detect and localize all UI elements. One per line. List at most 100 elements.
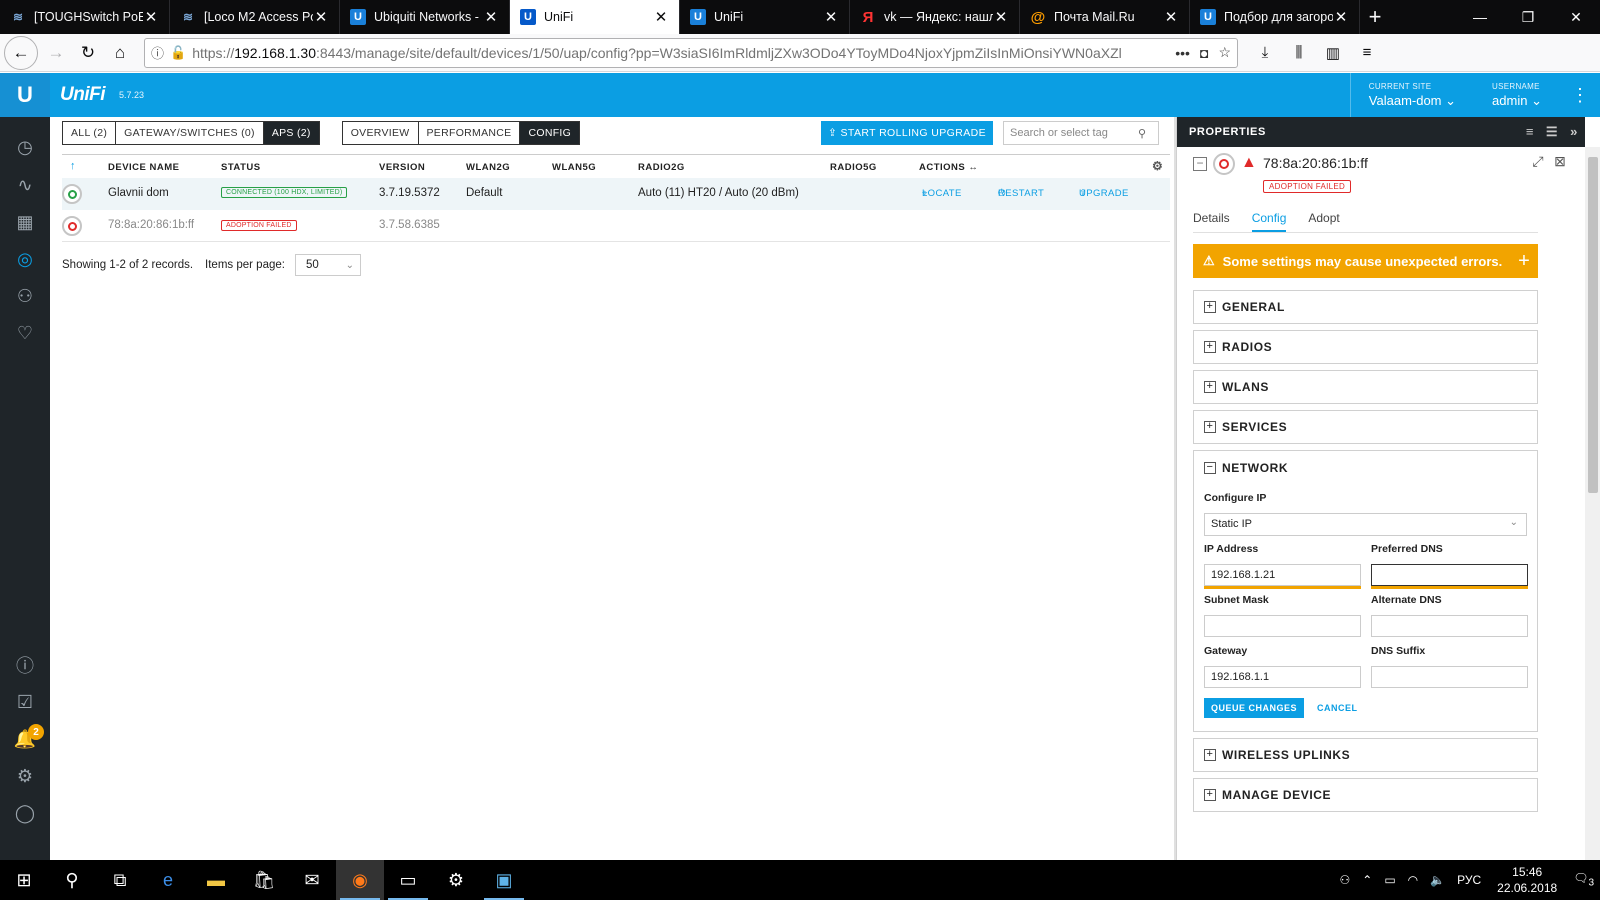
statistics-icon[interactable]: ∿ [0,167,50,203]
scrollbar-thumb[interactable] [1588,157,1598,493]
downloads-icon[interactable]: ⤓ [1248,37,1282,69]
library-icon[interactable]: ⫼ [1282,37,1316,69]
ubiquiti-logo-icon[interactable]: U [0,73,50,117]
device-name[interactable]: 78:8a:20:86:1b:ff [108,219,194,231]
properties-scrollbar[interactable] [1585,147,1600,860]
close-icon[interactable]: ✕ [143,8,159,26]
chat-icon[interactable]: ◯ [0,795,50,831]
per-page-select[interactable]: 50 ⌄ [294,254,361,276]
browser-tab[interactable]: U Подбор для загород ✕ [1190,0,1360,34]
language-indicator[interactable]: РУС [1457,873,1481,887]
pocket-icon[interactable]: ◘ [1200,45,1208,61]
forward-button[interactable]: → [40,37,72,69]
info-icon[interactable]: ⓘ [151,43,164,62]
clock[interactable]: 15:46 22.06.2018 [1497,864,1557,896]
browser-tab[interactable]: Я vk — Яндекс: нашло ✕ [850,0,1020,34]
close-icon[interactable]: ✕ [823,8,839,26]
people-icon[interactable]: ⚇ [1340,873,1351,887]
minimize-icon[interactable]: — [1456,0,1504,34]
battery-icon[interactable]: ▭ [1384,873,1395,887]
dashboard-icon[interactable]: ◷ [0,129,50,165]
site-selector[interactable]: CURRENT SITE Valaam-dom ⌄ [1349,73,1474,117]
dns-suffix-input[interactable] [1371,666,1528,688]
filter-gateways[interactable]: GATEWAY/SWITCHES (0) [116,122,264,144]
browser-tab[interactable]: @ Почта Mail.Ru ✕ [1020,0,1190,34]
section-services[interactable]: + SERVICES [1193,410,1538,444]
url-text[interactable]: https://192.168.1.30:8443/manage/site/de… [192,45,1165,61]
devices-icon[interactable]: ◎ [0,241,50,277]
col-device-name[interactable]: DEVICE NAME [108,162,179,173]
close-icon[interactable]: ✕ [993,8,1009,26]
new-tab-button[interactable]: + [1360,0,1390,34]
col-version[interactable]: VERSION [379,162,425,173]
insights-icon[interactable]: ♡ [0,315,50,351]
home-button[interactable]: ⌂ [104,37,136,69]
tab-details[interactable]: Details [1193,209,1230,232]
tasks-icon[interactable]: ☑ [0,684,50,720]
tab-adopt[interactable]: Adopt [1308,209,1339,232]
expand-icon[interactable]: ⤢ [1527,153,1549,170]
alternate-dns-input[interactable] [1371,615,1528,637]
close-icon[interactable]: ✕ [1163,8,1179,26]
restore-icon[interactable]: ❐ [1504,0,1552,34]
user-selector[interactable]: USERNAME admin ⌄ [1474,73,1560,117]
browser-tab[interactable]: U UniFi ✕ [680,0,850,34]
rolling-upgrade-button[interactable]: ⇪ START ROLLING UPGRADE [821,121,993,145]
table-row[interactable]: 78:8a:20:86:1b:ff ADOPTION FAILED 3.7.58… [62,210,1170,242]
page-actions-icon[interactable]: ••• [1175,45,1190,61]
collapse-icon[interactable]: − [1193,157,1207,171]
section-general[interactable]: + GENERAL [1193,290,1538,324]
collapse-all-icon[interactable]: ≡ [1519,124,1541,140]
filter-aps[interactable]: APS (2) [263,122,319,144]
edge-icon[interactable]: e [144,860,192,900]
configure-ip-select[interactable]: Static IP ⌄ [1204,513,1527,536]
store-icon[interactable]: 🛍 [240,860,288,900]
section-manage-device[interactable]: + MANAGE DEVICE [1193,778,1538,812]
close-window-icon[interactable]: ✕ [1552,0,1600,34]
wifi-icon[interactable]: ◠ [1408,873,1418,887]
browser-tab[interactable]: ≋ [TOUGHSwitch PoE P ✕ [0,0,170,34]
list-icon[interactable]: ☰ [1541,124,1563,140]
remote-desktop-icon[interactable]: ▣ [480,860,528,900]
close-icon[interactable]: ✕ [653,8,669,26]
info-icon[interactable]: ⓘ [0,647,50,683]
browser-tab[interactable]: ≋ [Loco M2 Access Poi ✕ [170,0,340,34]
col-wlan5g[interactable]: WLAN5G [552,162,596,173]
warning-banner[interactable]: ⚠ Some settings may cause unexpected err… [1193,244,1538,278]
clients-icon[interactable]: ⚇ [0,278,50,314]
firefox-icon[interactable]: ◉ [336,860,384,900]
col-radio2g[interactable]: RADIO2G [638,162,685,173]
tab-config[interactable]: Config [1251,209,1287,232]
queue-changes-button[interactable]: QUEUE CHANGES [1204,698,1304,718]
action-center-icon[interactable]: 🗨3 [1573,871,1594,888]
section-wlans[interactable]: + WLANS [1193,370,1538,404]
windows-start-icon[interactable]: ⊞ [0,860,48,900]
sidebar-toggle-icon[interactable]: ▥ [1316,37,1350,69]
tab-performance[interactable]: PERFORMANCE [419,122,521,144]
network-header[interactable]: − NETWORK [1204,461,1537,475]
settings-icon[interactable]: ⚙ [0,758,50,794]
chevron-up-icon[interactable]: ⌃ [1362,873,1372,887]
lock-warning-icon[interactable]: 🔓 [170,45,186,61]
url-bar[interactable]: ⓘ 🔓 https://192.168.1.30:8443/manage/sit… [144,37,1238,68]
task-view-icon[interactable]: ⧉ [96,860,144,900]
device-name[interactable]: Glavnii dom [108,187,169,199]
menu-icon[interactable]: ≡ [1350,37,1384,69]
plus-icon[interactable]: + [1510,250,1538,273]
column-settings-icon[interactable]: ⚙ [1152,159,1163,173]
tag-search-input[interactable]: Search or select tag ⚲ [1003,121,1159,145]
close-icon[interactable]: ✕ [313,8,329,26]
browser-tab-active[interactable]: U UniFi ✕ [510,0,680,34]
col-actions[interactable]: ACTIONS ↔ [919,162,978,173]
section-radios[interactable]: + RADIOS [1193,330,1538,364]
browser-tab[interactable]: U Ubiquiti Networks - D ✕ [340,0,510,34]
tab-config[interactable]: CONFIG [520,122,580,144]
mail-icon[interactable]: ✉ [288,860,336,900]
close-icon[interactable]: ✕ [483,8,499,26]
close-icon[interactable]: ⊠ [1549,153,1571,170]
terminal-icon[interactable]: ▭ [384,860,432,900]
gateway-input[interactable]: 192.168.1.1 [1204,666,1361,688]
tab-overview[interactable]: OVERVIEW [343,122,419,144]
settings-icon[interactable]: ⚙ [432,860,480,900]
ip-address-input[interactable]: 192.168.1.21 [1204,564,1361,586]
